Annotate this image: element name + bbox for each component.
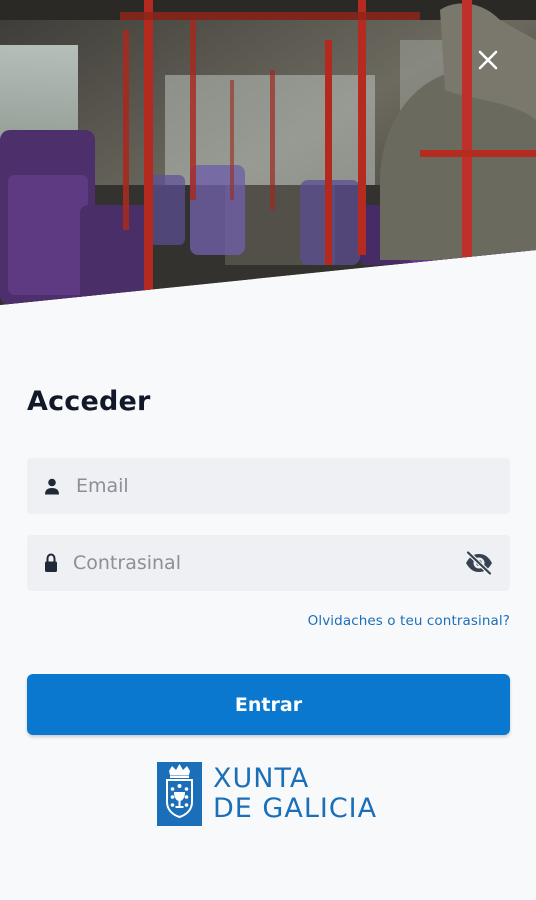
password-input[interactable] <box>71 534 462 592</box>
eye-off-icon <box>465 550 493 576</box>
user-icon <box>42 476 62 496</box>
logo-line-de-galicia: DE GALICIA <box>213 793 378 824</box>
close-button[interactable] <box>470 42 506 78</box>
hero-bus-image <box>0 0 536 310</box>
toggle-password-visibility-button[interactable] <box>462 546 496 580</box>
close-icon <box>478 50 498 70</box>
lock-icon <box>41 553 61 573</box>
email-field[interactable] <box>27 457 510 515</box>
email-input[interactable] <box>74 457 510 515</box>
login-button[interactable]: Entrar <box>27 674 510 735</box>
logo-line-xunta: XUNTA <box>213 763 310 794</box>
page-title: Acceder <box>27 386 151 417</box>
xunta-de-galicia-logo: XUNTA DE GALICIA <box>157 762 377 826</box>
forgot-password-link[interactable]: Olvidaches o teu contrasinal? <box>308 613 510 629</box>
password-field[interactable] <box>27 534 510 592</box>
galicia-coat-of-arms-icon <box>157 762 202 826</box>
